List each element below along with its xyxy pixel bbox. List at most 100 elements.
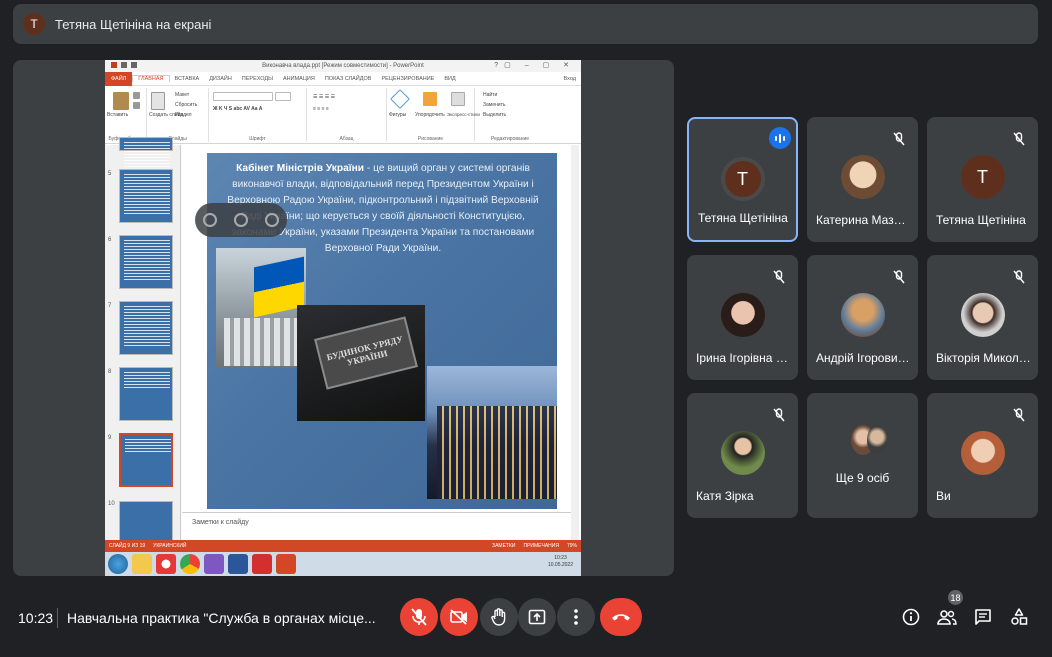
notes-area: Заметки к слайду (182, 512, 571, 538)
participant-tile-self[interactable]: Ви (927, 393, 1038, 518)
slide-counter: СЛАЙД 9 ИЗ 19 (109, 543, 146, 549)
paste-icon (113, 92, 129, 110)
paste-label: Вставить (107, 112, 129, 118)
tab-home: ГЛАВНАЯ (132, 75, 170, 82)
participant-name: Тетяна Щетініна (698, 211, 788, 225)
slide-thumbnail (119, 301, 173, 355)
scrollbar (571, 145, 579, 540)
copy-icon (133, 102, 140, 109)
thumb-number: 7 (108, 303, 112, 309)
chrome-icon (180, 554, 200, 574)
tab-design: ДИЗАЙН (209, 75, 232, 82)
activities-button[interactable] (1006, 604, 1032, 630)
participant-tile[interactable]: Андрій Ігорович... (807, 255, 918, 380)
participant-photo (867, 425, 887, 455)
participant-tile[interactable]: Катерина Мазни... (807, 117, 918, 242)
camera-toggle-button[interactable] (440, 598, 478, 636)
participant-tile[interactable]: Катя Зірка (687, 393, 798, 518)
meeting-clock: 10:23 (18, 610, 54, 626)
tab-slideshow: ПОКАЗ СЛАЙДОВ (324, 75, 372, 82)
ppt-title-bar: Виконавча влада.ppt [Режим совместимости… (105, 60, 581, 72)
mic-off-icon (1009, 129, 1029, 149)
slide-thumbnail (119, 137, 173, 182)
mic-toggle-button[interactable] (400, 598, 438, 636)
thumb-number: 8 (108, 369, 112, 375)
window-controls: ?▢ – ▢ ✕ (494, 62, 575, 69)
explorer-icon (132, 554, 152, 574)
group-label: Редактирование (490, 136, 530, 142)
tile-hover-controls (195, 203, 287, 237)
participant-photo (720, 431, 765, 475)
mic-off-icon (203, 213, 218, 227)
participant-tile[interactable]: Т Тетяна Щетініна (927, 117, 1038, 242)
divider (57, 608, 58, 628)
avatar: Т (23, 13, 45, 35)
participant-name: Вікторія Микола... (936, 351, 1032, 365)
minimize-icon (264, 213, 279, 227)
notes-button: ЗАМЕТКИ (492, 543, 516, 549)
presentation-stage[interactable]: Виконавча влада.ppt [Режим совместимости… (13, 60, 674, 576)
leave-call-button[interactable] (600, 598, 642, 636)
tab-review: РЕЦЕНЗИРОВАНИЕ (381, 75, 435, 82)
mic-off-icon (889, 267, 909, 287)
participant-name: Ви (936, 489, 951, 503)
people-button[interactable] (934, 604, 960, 630)
thumb-number: 5 (108, 171, 112, 177)
start-icon (108, 554, 128, 574)
camera-off-icon (450, 609, 467, 625)
meeting-details-button[interactable] (898, 604, 924, 630)
arrange-label: Упорядочить (415, 112, 445, 118)
presenting-banner: Т Тетяна Щетініна на екрані (13, 4, 1038, 44)
info-icon (902, 608, 920, 626)
meeting-title: Навчальна практика "Служба в органах міс… (67, 610, 376, 626)
arrange-icon (423, 92, 437, 106)
section-label: Раздел (175, 112, 192, 118)
participant-count-badge: 18 (948, 590, 963, 605)
viber-icon (204, 554, 224, 574)
mic-off-icon (769, 405, 789, 425)
sign-text: БУДИНОК УРЯДУ УКРАЇНИ (314, 316, 418, 390)
quick-styles-icon (451, 92, 465, 106)
ppt-status-bar: СЛАЙД 9 ИЗ 19 УКРАИНСКИЙ ЗАМЕТКИ ПРИМЕЧА… (105, 540, 581, 552)
zoom-level: 79% (566, 543, 577, 549)
participant-tile[interactable]: Т Тетяна Щетініна (687, 117, 798, 242)
slide-thumbnail (119, 367, 173, 421)
chat-icon (975, 609, 991, 625)
group-label: Шрифт (249, 136, 266, 142)
participant-name: Ірина Ігорівна Ж... (696, 351, 792, 365)
slide-thumbnails-pane: 5 6 7 8 9 10 (105, 137, 181, 541)
ppt-ribbon-tabs: ФАЙЛ ГЛАВНАЯ ВСТАВКА ДИЗАЙН ПЕРЕХОДЫ АНИ… (105, 71, 581, 86)
font-name-field (213, 92, 273, 101)
slide-thumbnail (119, 169, 173, 223)
ppt-window-title: Виконавча влада.ppt [Режим совместимости… (262, 63, 424, 69)
participant-name: Катя Зірка (696, 489, 754, 503)
chat-button[interactable] (970, 604, 996, 630)
hand-icon (491, 608, 506, 626)
font-size-field (275, 92, 291, 101)
participant-name: Катерина Мазни... (816, 213, 912, 227)
group-label: Абзац (339, 136, 354, 142)
participant-tile[interactable]: Ірина Ігорівна Ж... (687, 255, 798, 380)
tab-transitions: ПЕРЕХОДЫ (241, 75, 273, 82)
acrobat-icon (252, 554, 272, 574)
signin-link: Вход (563, 75, 576, 82)
speaking-indicator-icon (769, 127, 791, 149)
align-buttons: ≡ ≡ ≡ ≡ (313, 106, 329, 112)
slide-thumbnail-selected (119, 433, 173, 487)
participant-photo (960, 431, 1005, 475)
more-options-button[interactable] (557, 598, 595, 636)
participant-photo (840, 293, 885, 337)
present-screen-button[interactable] (518, 598, 556, 636)
participant-tile-others[interactable]: Ще 9 осіб (807, 393, 918, 518)
raise-hand-button[interactable] (480, 598, 518, 636)
participant-tile[interactable]: Вікторія Микола... (927, 255, 1038, 380)
taskbar-clock: 10:23 10.05.2022 (547, 555, 573, 568)
opera-icon (156, 554, 176, 574)
meeting-control-bar: 10:23 Навчальна практика "Служба в орган… (0, 590, 1052, 645)
audio-off-icon (233, 213, 248, 227)
more-participants-label: Ще 9 осіб (835, 471, 890, 485)
mic-off-icon (411, 608, 427, 626)
select-label: Выделить (483, 112, 507, 118)
slide-thumbnail (119, 235, 173, 289)
group-label: Рисование (417, 136, 444, 142)
